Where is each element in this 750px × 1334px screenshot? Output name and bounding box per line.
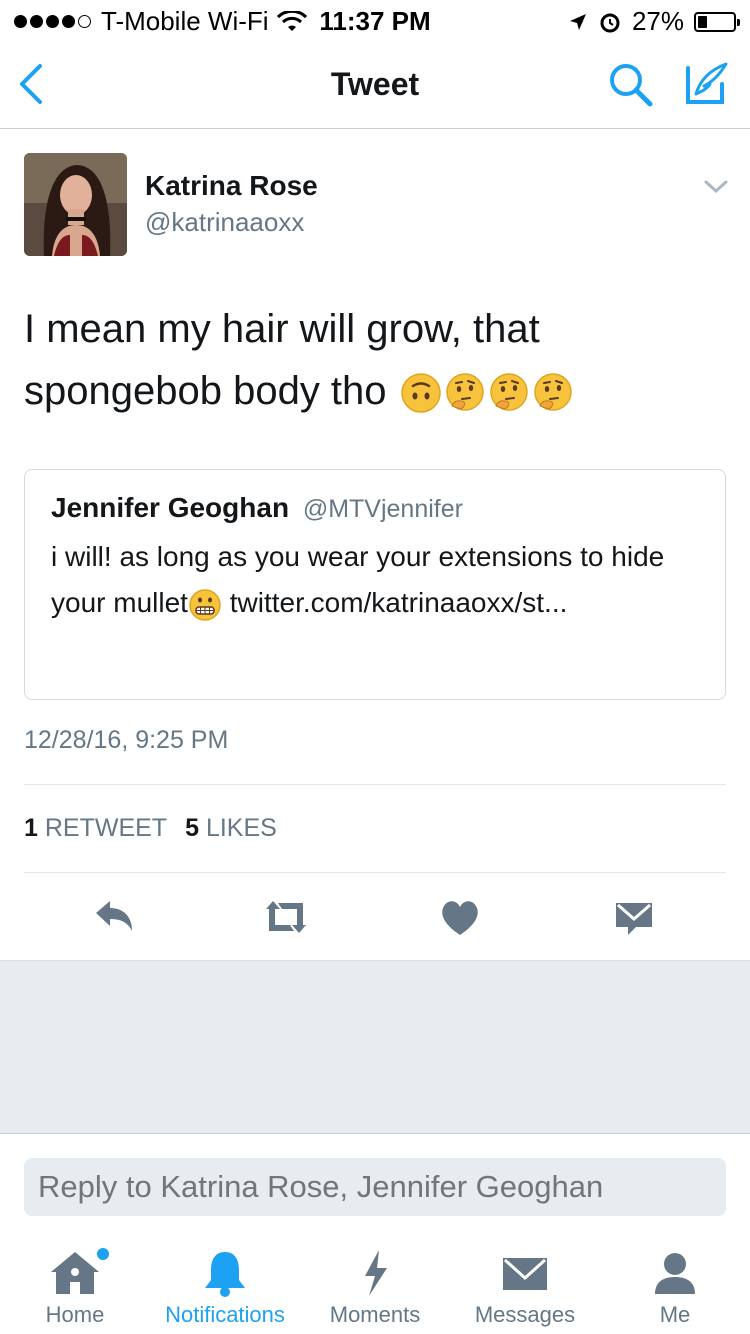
status-bar: T-Mobile Wi-Fi 11:37 PM 27% [0, 0, 750, 40]
tab-notifications-label: Notifications [165, 1302, 285, 1327]
home-icon [51, 1252, 99, 1294]
tab-home-label: Home [45, 1302, 105, 1327]
retweets-label: RETWEET [44, 814, 168, 842]
likes-stat[interactable]: 5 LIKES [185, 814, 277, 843]
tab-messages[interactable]: Messages [450, 1234, 600, 1334]
tab-notifications[interactable]: Notifications [150, 1234, 300, 1334]
retweet-icon[interactable] [262, 895, 310, 939]
tweet-text: I mean my hair will grow, that spongebob… [24, 298, 724, 422]
envelope-icon [503, 1258, 547, 1290]
nav-bar: Tweet [0, 40, 750, 129]
direct-message-icon[interactable] [612, 895, 656, 939]
person-icon [655, 1253, 695, 1294]
compose-icon[interactable] [680, 58, 730, 108]
author-handle[interactable]: @katrinaaoxx [145, 207, 304, 238]
quoted-text-part2: twitter.com/katrinaaoxx/st... [221, 587, 568, 618]
tab-me[interactable]: Me [600, 1234, 750, 1334]
reply-input[interactable] [24, 1158, 726, 1216]
avatar-image [24, 153, 127, 256]
thinking-face-icon [445, 373, 484, 412]
tab-moments[interactable]: Moments [300, 1234, 450, 1334]
retweets-count: 1 [24, 814, 38, 842]
likes-label: LIKES [205, 814, 277, 842]
tab-messages-label: Messages [474, 1302, 576, 1327]
notification-dot [97, 1248, 109, 1260]
battery-percent: 27% [631, 6, 684, 36]
reply-bar [0, 1134, 750, 1234]
empty-area [0, 960, 750, 1134]
likes-count: 5 [185, 814, 199, 842]
tweet-stats: 1 RETWEET 5 LIKES [24, 814, 277, 843]
quoted-tweet-card[interactable]: Jennifer Geoghan @MTVjennifer i will! as… [24, 469, 726, 700]
bell-icon [205, 1252, 245, 1297]
avatar[interactable] [24, 153, 127, 256]
retweets-stat[interactable]: 1 RETWEET [24, 814, 167, 843]
grimacing-face-icon [189, 588, 221, 621]
battery-icon [694, 11, 740, 32]
quoted-author-name: Jennifer Geoghan [51, 492, 290, 523]
status-right: 27% [568, 6, 740, 37]
chevron-down-icon[interactable] [702, 176, 730, 198]
lightning-icon [365, 1250, 387, 1296]
thinking-face-icon [489, 373, 528, 412]
tab-bar: Home Notifications Moments Messages Me [0, 1234, 750, 1334]
reply-icon[interactable] [92, 895, 136, 939]
tweet-timestamp: 12/28/16, 9:25 PM [24, 726, 229, 754]
tab-home[interactable]: Home [0, 1234, 150, 1334]
divider [24, 784, 726, 785]
alarm-icon [600, 13, 620, 32]
search-icon[interactable] [606, 60, 656, 110]
upside-down-face-icon [400, 373, 441, 414]
author-name[interactable]: Katrina Rose [145, 170, 318, 202]
quoted-tweet-text: i will! as long as you wear your extensi… [51, 534, 711, 626]
thinking-face-icon [533, 373, 572, 412]
heart-icon[interactable] [438, 895, 482, 939]
quoted-tweet-header: Jennifer Geoghan @MTVjennifer [51, 492, 463, 524]
tab-moments-label: Moments [329, 1302, 421, 1327]
tweet-actions [0, 873, 750, 959]
location-arrow-icon [569, 13, 586, 30]
tab-me-label: Me [659, 1302, 691, 1327]
quoted-author-handle: @MTVjennifer [302, 495, 463, 523]
